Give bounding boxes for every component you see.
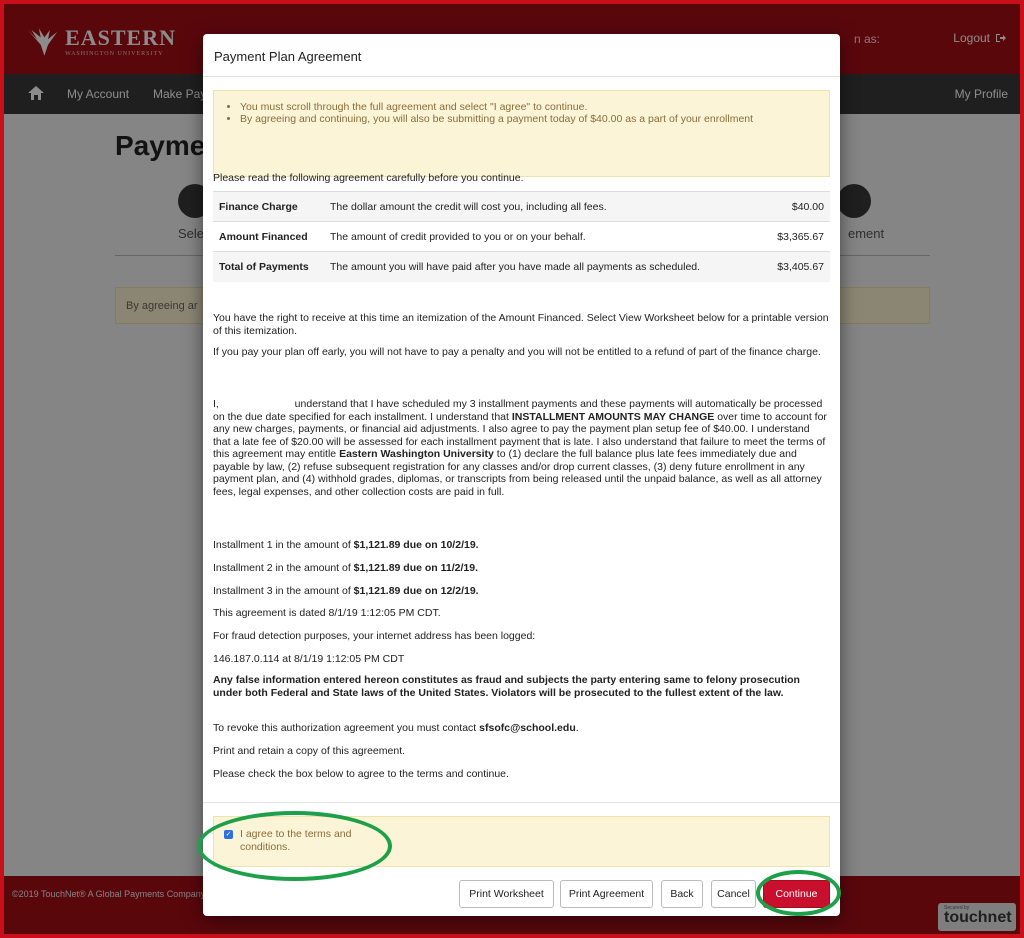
- installment-prefix: Installment 2 in the amount of: [213, 562, 354, 574]
- table-desc: The dollar amount the credit will cost y…: [324, 191, 750, 222]
- itemization-text: You have the right to receive at this ti…: [213, 312, 829, 337]
- dated-text: This agreement is dated 8/1/19 1:12:05 P…: [213, 607, 441, 619]
- warning-item: By agreeing and continuing, you will als…: [240, 113, 829, 125]
- installment-amount: $1,121.89 due on 12/2/19.: [353, 585, 479, 597]
- finance-table: Finance Charge The dollar amount the cre…: [213, 191, 830, 282]
- print-worksheet-button[interactable]: Print Worksheet: [459, 880, 554, 908]
- table-term: Finance Charge: [213, 191, 324, 222]
- agreement-bold: Eastern Washington University: [339, 448, 494, 460]
- revoke-prefix: To revoke this authorization agreement y…: [213, 722, 480, 734]
- revoke-text: To revoke this authorization agreement y…: [213, 722, 829, 735]
- installment-2: Installment 2 in the amount of $1,121.89…: [213, 562, 829, 575]
- penalty-text: If you pay your plan off early, you will…: [213, 346, 821, 358]
- payment-plan-modal: Payment Plan Agreement You must scroll t…: [203, 34, 840, 916]
- scroll-warning: You must scroll through the full agreeme…: [213, 90, 830, 177]
- agreement-bold: INSTALLMENT AMOUNTS MAY CHANGE: [511, 410, 715, 423]
- print-agreement-button[interactable]: Print Agreement: [560, 880, 653, 908]
- warning-item: You must scroll through the full agreeme…: [240, 101, 829, 113]
- installment-amount: $1,121.89 due on 11/2/19.: [353, 562, 479, 574]
- table-row: Finance Charge The dollar amount the cre…: [213, 191, 830, 222]
- cancel-button[interactable]: Cancel: [711, 880, 756, 908]
- table-term: Total of Payments: [213, 251, 324, 282]
- table-value: $3,365.67: [750, 221, 830, 252]
- table-row: Amount Financed The amount of credit pro…: [213, 221, 830, 252]
- table-value: $40.00: [750, 191, 830, 222]
- table-row: Total of Payments The amount you will ha…: [213, 251, 830, 282]
- fraud-warning: Any false information entered hereon con…: [213, 674, 800, 699]
- check-box-text: Please check the box below to agree to t…: [213, 768, 509, 780]
- installment-prefix: Installment 3 in the amount of: [213, 585, 354, 597]
- agreement-text: I, understand that I have scheduled my 3…: [213, 398, 829, 498]
- ip-text: 146.187.0.114 at 8/1/19 1:12:05 PM CDT: [213, 653, 405, 665]
- footer-divider: [203, 802, 840, 803]
- table-desc: The amount of credit provided to you or …: [324, 221, 750, 252]
- installment-prefix: Installment 1 in the amount of: [213, 539, 354, 551]
- revoke-suffix: .: [575, 722, 579, 734]
- installment-3: Installment 3 in the amount of $1,121.89…: [213, 585, 829, 598]
- print-retain-text: Print and retain a copy of this agreemen…: [213, 745, 406, 757]
- back-button[interactable]: Back: [661, 880, 703, 908]
- table-desc: The amount you will have paid after you …: [324, 251, 750, 282]
- intro-text: Please read the following agreement care…: [213, 172, 524, 184]
- table-value: $3,405.67: [750, 251, 830, 282]
- revoke-email: sfsofc@school.edu: [479, 722, 576, 734]
- modal-title: Payment Plan Agreement: [203, 34, 840, 77]
- highlight-ring-continue: [756, 870, 841, 916]
- highlight-ring-agree: [197, 811, 392, 881]
- fraud-text: For fraud detection purposes, your inter…: [213, 630, 536, 642]
- table-term: Amount Financed: [213, 221, 324, 252]
- installment-1: Installment 1 in the amount of $1,121.89…: [213, 539, 829, 552]
- installment-amount: $1,121.89 due on 10/2/19.: [353, 539, 479, 551]
